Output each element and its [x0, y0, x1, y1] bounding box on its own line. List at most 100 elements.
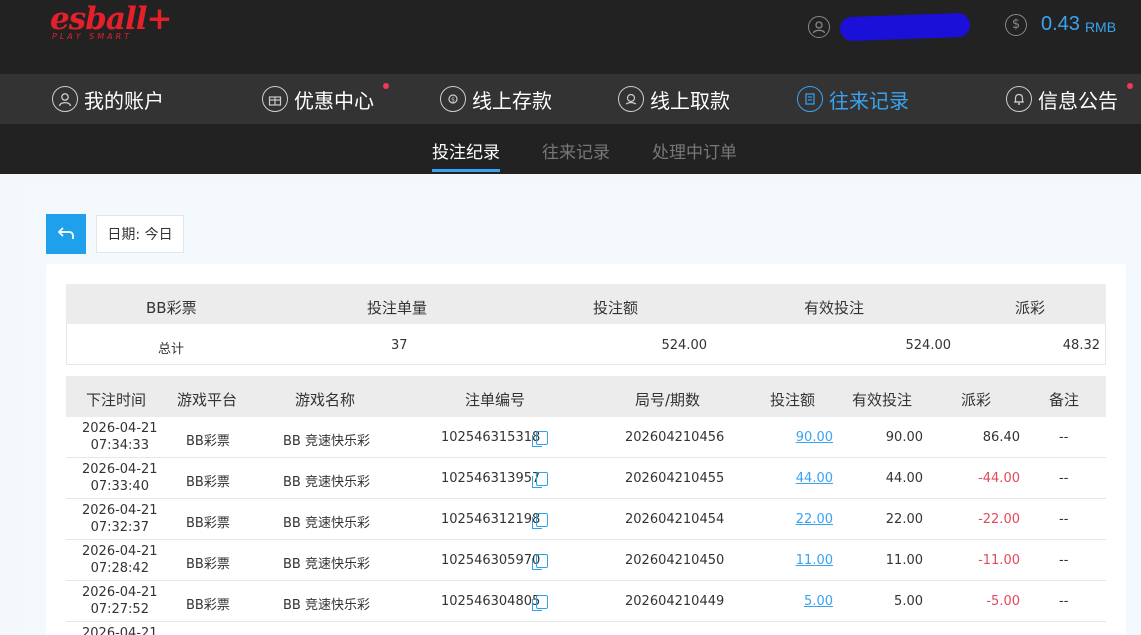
valid-bet: 11.00 [885, 553, 923, 568]
note: -- [1059, 512, 1069, 527]
note: -- [1059, 553, 1069, 568]
summary-header: BB彩票 投注单量 投注额 有效投注 派彩 [66, 284, 1106, 324]
top-header: esball+ PLAY SMART $ 0.43 RMB [0, 0, 1141, 74]
game-name: BB 竞速快乐彩 [283, 557, 370, 572]
note: -- [1059, 471, 1069, 486]
bet-clock: 07:27:52 [90, 602, 149, 617]
col-valid: 有效投注 [852, 391, 913, 409]
game-name: BB 竞速快乐彩 [283, 598, 370, 613]
svg-text:$: $ [451, 97, 455, 104]
round-number: 202604210450 [625, 553, 725, 568]
col-note: 备注 [1049, 391, 1080, 409]
order-number[interactable]: 102546313957 [441, 471, 540, 486]
bet-amount-link[interactable]: 22.00 [796, 512, 833, 527]
summary-col-count: 投注单量 [367, 299, 428, 317]
logo[interactable]: esball+ PLAY SMART [50, 0, 172, 41]
date-filter[interactable]: 日期: 今日 [96, 215, 184, 253]
col-round: 局号/期数 [635, 391, 701, 409]
back-arrow-icon [57, 227, 74, 239]
table-row: 2026-04-21 07:32:37 BB彩票 BB 竞速快乐彩 1025463… [66, 499, 1106, 540]
bet-amount-link[interactable]: 44.00 [796, 471, 833, 486]
main-nav: 我的账户 优惠中心 $ 线上存款 线上取款 往来记录 信息公告 [0, 74, 1141, 124]
bet-date: 2026-04-21 [82, 503, 158, 518]
payout: -5.00 [986, 594, 1020, 609]
table-row: 2026-04-21 07:33:40 BB彩票 BB 竞速快乐彩 1025463… [66, 458, 1106, 499]
valid-bet: 22.00 [885, 512, 923, 527]
copy-icon[interactable] [532, 595, 548, 611]
user-info[interactable] [808, 12, 971, 42]
copy-icon[interactable] [532, 472, 548, 488]
deposit-icon: $ [440, 86, 466, 112]
user-icon [808, 16, 830, 38]
game-name: BB 竞速快乐彩 [283, 434, 370, 449]
payout: -44.00 [978, 471, 1020, 486]
copy-icon[interactable] [532, 554, 548, 570]
bet-date: 2026-04-21 [82, 544, 158, 559]
bet-time: 2026-04-21 07:34:33 [82, 420, 158, 454]
tab-pending-orders[interactable]: 处理中订单 [652, 138, 737, 163]
bet-amount-link[interactable]: 5.00 [804, 594, 833, 609]
nav-records[interactable]: 往来记录 [797, 82, 909, 116]
order-number[interactable]: 102546304805 [441, 594, 540, 609]
nav-withdraw[interactable]: 线上取款 [618, 82, 730, 116]
notification-dot [383, 83, 389, 89]
nav-announcements[interactable]: 信息公告 [1006, 82, 1133, 116]
round-number: 202604210454 [625, 512, 725, 527]
col-payout: 派彩 [961, 391, 992, 409]
summary-row: 总计 37 524.00 524.00 48.32 [66, 324, 1106, 365]
dollar-icon: $ [1005, 13, 1027, 36]
back-button[interactable] [46, 214, 86, 254]
order-number[interactable]: 102546305970 [441, 553, 540, 568]
copy-icon[interactable] [532, 431, 548, 447]
bell-icon [1006, 86, 1032, 112]
payout: -22.00 [978, 512, 1020, 527]
nav-label: 优惠中心 [294, 88, 374, 113]
col-bet: 投注额 [770, 391, 816, 409]
bet-amount-link[interactable]: 11.00 [796, 553, 833, 568]
copy-icon[interactable] [532, 513, 548, 529]
detail-header: 下注时间 游戏平台 游戏名称 注单编号 局号/期数 投注额 有效投注 派彩 备注 [66, 376, 1106, 417]
order-number[interactable]: 102546312198 [441, 512, 540, 527]
bet-date: 2026-04-21 [82, 462, 158, 477]
col-bet-time: 下注时间 [86, 391, 147, 409]
col-game: 游戏名称 [295, 391, 356, 409]
summary-col-valid: 有效投注 [804, 299, 865, 317]
detail-table: 下注时间 游戏平台 游戏名称 注单编号 局号/期数 投注额 有效投注 派彩 备注… [66, 376, 1106, 635]
bet-date: 2026-04-21 [82, 421, 158, 436]
balance-currency: RMB [1084, 18, 1117, 35]
table-row: 2026-04-21 [66, 622, 1106, 635]
order-number[interactable]: 102546315318 [441, 430, 540, 445]
valid-bet: 90.00 [885, 430, 923, 445]
note: -- [1059, 594, 1069, 609]
balance-display: $ 0.43 RMB [1005, 13, 1116, 36]
tab-transaction-records[interactable]: 往来记录 [542, 138, 610, 163]
summary-total-label: 总计 [158, 342, 185, 357]
user-icon [52, 86, 78, 112]
platform: BB彩票 [186, 434, 230, 449]
nav-promotions[interactable]: 优惠中心 [262, 82, 389, 116]
bet-time: 2026-04-21 07:32:37 [82, 502, 158, 536]
tab-bet-records[interactable]: 投注纪录 [432, 138, 500, 172]
records-icon [797, 86, 823, 112]
platform: BB彩票 [186, 598, 230, 613]
summary-valid-value: 524.00 [905, 338, 952, 353]
nav-deposit[interactable]: $ 线上存款 [440, 82, 552, 116]
bet-amount-link[interactable]: 90.00 [796, 430, 833, 445]
bet-clock: 07:34:33 [90, 438, 149, 453]
summary-payout-value: 48.32 [1062, 338, 1100, 353]
bet-date: 2026-04-21 [82, 626, 158, 635]
valid-bet: 44.00 [885, 471, 923, 486]
summary-col-platform: BB彩票 [146, 299, 197, 317]
payout: -11.00 [978, 553, 1020, 568]
game-name: BB 竞速快乐彩 [283, 516, 370, 531]
round-number: 202604210455 [625, 471, 725, 486]
nav-label: 信息公告 [1038, 88, 1118, 113]
nav-label: 线上存款 [472, 88, 552, 113]
bet-clock: 07:33:40 [90, 479, 149, 494]
table-row: 2026-04-21 07:34:33 BB彩票 BB 竞速快乐彩 1025463… [66, 417, 1106, 458]
payout: 86.40 [982, 430, 1020, 445]
notification-dot [1127, 83, 1133, 89]
platform: BB彩票 [186, 516, 230, 531]
nav-my-account[interactable]: 我的账户 [52, 82, 164, 116]
col-order-no: 注单编号 [465, 391, 526, 409]
